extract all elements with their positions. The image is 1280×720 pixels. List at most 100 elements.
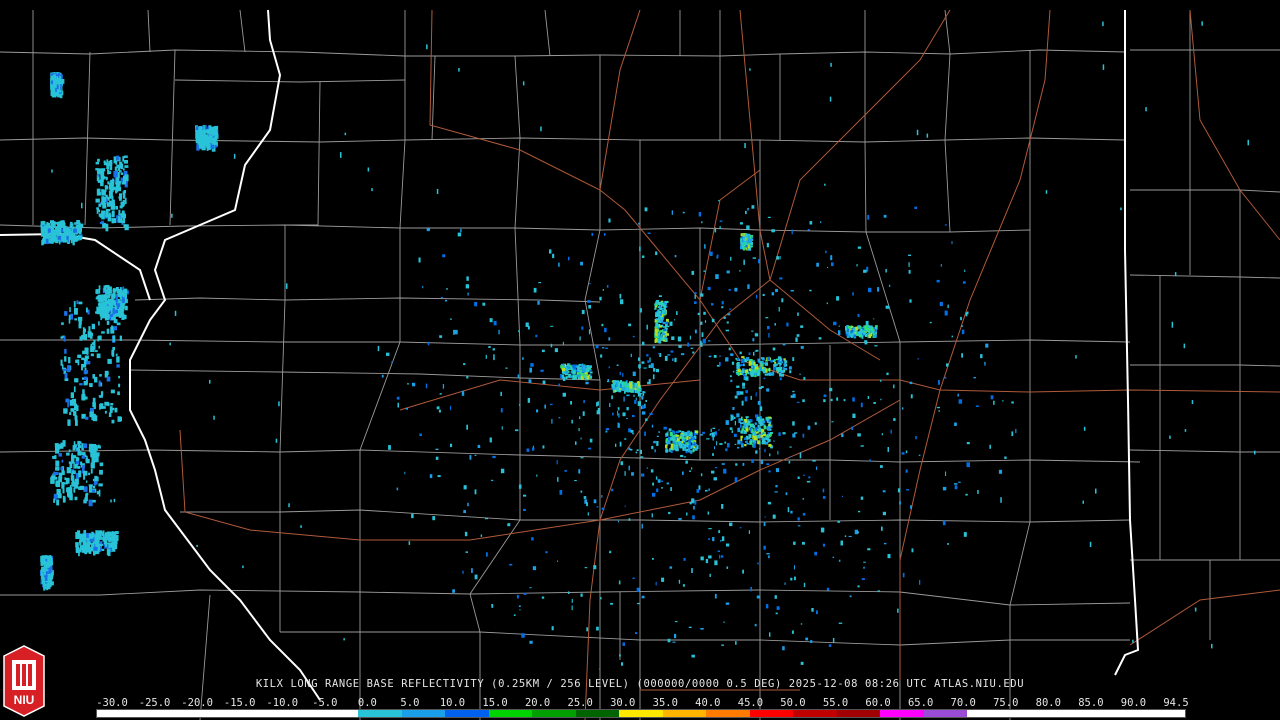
radar-echo: [507, 523, 511, 527]
radar-echo: [655, 323, 660, 327]
radar-echo: [718, 429, 720, 431]
radar-echo: [686, 512, 688, 516]
radar-echo: [777, 450, 779, 455]
radar-echo: [343, 638, 345, 641]
radar-echo: [113, 170, 118, 178]
radar-echo: [92, 499, 96, 503]
radar-echo: [1095, 488, 1097, 494]
radar-echo: [81, 357, 85, 361]
radar-echo: [980, 354, 983, 359]
radar-echo: [796, 334, 800, 337]
radar-echo: [97, 336, 100, 342]
radar-echo: [770, 360, 773, 362]
radar-echo: [111, 531, 117, 535]
radar-echo: [602, 289, 604, 291]
radar-echo: [599, 668, 601, 670]
radar-echo: [678, 436, 681, 440]
radar-echo: [88, 534, 93, 537]
radar-echo: [596, 402, 598, 407]
radar-echo: [873, 334, 877, 338]
radar-echo: [442, 254, 446, 258]
radar-echo: [853, 334, 856, 338]
radar-echo: [1171, 321, 1174, 328]
radar-echo: [450, 318, 452, 320]
radar-echo: [573, 375, 576, 380]
radar-echo: [906, 489, 909, 491]
radar-echo: [710, 428, 712, 432]
radar-echo: [803, 376, 806, 380]
radar-echo: [759, 366, 762, 371]
radar-echo: [700, 434, 703, 436]
colorbar-segment: [227, 710, 272, 717]
radar-echo: [108, 302, 113, 306]
radar-echo: [836, 296, 840, 301]
radar-echo: [55, 447, 59, 454]
radar-echo: [926, 133, 929, 138]
scale-label: 25.0: [567, 697, 593, 709]
radar-echo: [744, 396, 748, 402]
radar-echo: [412, 382, 416, 387]
radar-echo: [518, 330, 520, 333]
radar-echo: [77, 440, 81, 446]
radar-echo: [669, 321, 673, 326]
radar-echo: [698, 212, 702, 217]
scale-label: 5.0: [400, 697, 420, 709]
colorbar-segment: [836, 710, 881, 717]
radar-echo: [822, 496, 826, 499]
radar-echo: [814, 422, 817, 425]
radar-echo: [83, 486, 88, 492]
radar-echo: [762, 362, 766, 365]
radar-echo: [439, 335, 443, 338]
radar-echo: [46, 583, 49, 591]
radar-echo: [61, 235, 65, 242]
radar-echo: [523, 508, 526, 511]
radar-echo: [124, 224, 129, 231]
radar-echo: [435, 456, 439, 460]
radar-echo: [99, 296, 103, 300]
radar-echo: [712, 427, 716, 429]
radar-echo: [864, 340, 866, 343]
radar-echo: [702, 338, 706, 344]
radar-echo: [78, 301, 83, 305]
radar-echo: [60, 336, 63, 339]
radar-echo: [830, 62, 832, 67]
radar-echo: [909, 299, 912, 303]
radar-echo: [940, 264, 942, 267]
radar-echo: [838, 559, 841, 562]
radar-echo: [728, 347, 731, 351]
radar-echo: [118, 383, 121, 388]
radar-echo: [841, 433, 844, 438]
radar-echo: [725, 602, 730, 605]
radar-echo: [669, 566, 673, 569]
radar-echo: [843, 399, 846, 402]
radar-echo: [559, 490, 563, 495]
radar-echo: [65, 477, 70, 484]
radar-echo: [647, 360, 650, 363]
radar-echo: [632, 415, 635, 417]
radar-echo: [818, 337, 822, 340]
radar-echo: [715, 274, 719, 279]
radar-echo: [792, 390, 795, 393]
radar-echo: [436, 189, 439, 194]
radar-echo: [800, 325, 804, 328]
radar-echo: [961, 329, 965, 335]
radar-echo: [388, 445, 391, 450]
radar-echo: [692, 449, 695, 453]
radar-echo: [618, 382, 620, 387]
radar-echo: [1120, 207, 1122, 211]
radar-echo: [60, 467, 63, 470]
radar-echo: [741, 428, 745, 431]
radar-echo: [729, 522, 733, 527]
radar-echo: [52, 455, 55, 459]
radar-echo: [743, 259, 745, 265]
radar-echo: [64, 311, 68, 316]
radar-echo: [680, 454, 684, 457]
radar-echo: [103, 530, 105, 537]
radar-echo: [951, 335, 953, 338]
radar-echo: [868, 287, 872, 293]
radar-echo: [764, 516, 766, 518]
radar-echo: [608, 218, 611, 223]
radar-echo: [677, 441, 681, 444]
radar-echo: [734, 395, 738, 399]
radar-echo: [756, 595, 760, 599]
